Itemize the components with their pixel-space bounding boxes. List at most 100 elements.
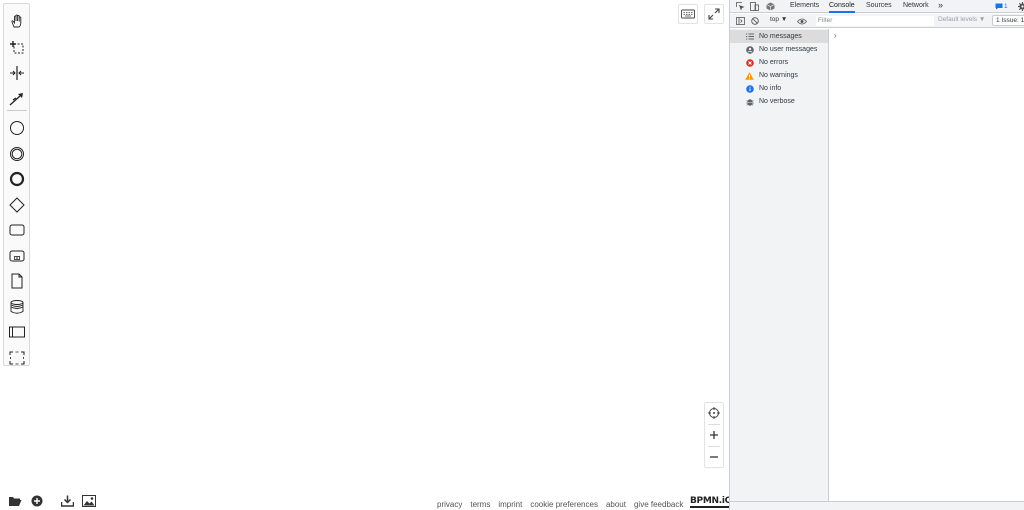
issues-badge-count: 1 [1004,2,1008,10]
log-levels-dropdown[interactable]: Default levels ▼ [938,16,985,23]
info-icon [745,84,754,93]
start-event-button[interactable] [7,118,27,138]
tab-console[interactable]: Console [829,0,855,13]
privacy-link[interactable]: privacy [437,500,462,509]
about-link[interactable]: about [606,500,626,509]
zoom-out-button[interactable] [705,447,723,467]
fullscreen-button[interactable] [704,4,724,24]
data-store-button[interactable] [7,297,27,317]
tool-palette [3,3,30,366]
subprocess-button[interactable] [7,246,27,266]
device-icon [749,1,759,11]
issues-counter-button[interactable]: 1 Issue: 1 [992,15,1024,26]
sidebar-item-label: No messages [759,33,802,40]
sidebar-item-errors[interactable]: No errors [730,56,828,69]
zoom-controls [704,402,724,468]
more-tabs-button[interactable]: » [938,0,943,13]
sidebar-item-label: No user messages [759,46,818,53]
console-prompt[interactable]: › [834,31,837,40]
lasso-tool-button[interactable] [7,37,27,57]
data-object-button[interactable] [7,271,27,291]
give-feedback-link[interactable]: give feedback [634,500,683,509]
sidebar-item-label: No verbose [759,98,795,105]
inspect-icon [735,1,744,10]
image-icon [82,495,96,507]
gateway-button[interactable] [7,195,27,215]
crosshair-icon [708,407,720,419]
minus-icon [710,456,718,458]
sidebar-item-user-messages[interactable]: No user messages [730,43,828,56]
user-icon [745,45,754,54]
task-button[interactable] [7,220,27,240]
message-icon [995,3,1003,9]
sidebar-item-warnings[interactable]: No warnings [730,69,828,82]
sidebar-item-info[interactable]: No info [730,82,828,95]
imprint-link[interactable]: imprint [498,500,522,509]
file-toolbar [4,492,108,510]
data-store-icon [10,300,24,314]
zoom-in-button[interactable] [705,425,723,445]
footer-links: privacy terms imprint cookie preferences… [437,500,691,509]
terms-link[interactable]: terms [470,500,490,509]
tab-sources[interactable]: Sources [866,0,892,13]
lasso-icon [10,41,24,54]
keyboard-icon [681,9,695,19]
warning-icon [745,71,754,80]
hand-icon [11,14,22,28]
console-sidebar: No messages No user messages No errors N… [730,29,829,501]
open-file-button[interactable] [4,492,26,510]
group-button[interactable] [7,348,27,368]
context-selector[interactable]: top ▼ [770,16,787,23]
pool-icon [9,326,25,338]
console-output[interactable]: › [830,29,1024,501]
sidebar-toggle-icon [735,17,745,25]
error-icon [745,58,754,67]
reset-view-button[interactable] [705,403,723,423]
devtools-tabbar: Elements Console Sources Network » 1 [730,0,1024,13]
devtools-panel: Elements Console Sources Network » 1 top… [729,0,1024,510]
gear-icon [1017,1,1024,11]
sidebar-item-label: No warnings [759,72,798,79]
tab-network[interactable]: Network [903,0,929,13]
sidebar-item-verbose[interactable]: No verbose [730,95,828,108]
show-sidebar-button[interactable] [735,16,745,26]
block-icon [751,17,759,25]
start-event-icon [10,121,24,135]
download-image-button[interactable] [78,492,100,510]
live-expression-button[interactable] [797,16,807,26]
intermediate-event-button[interactable] [7,144,27,164]
download-icon [60,495,74,507]
issues-badge[interactable]: 1 [993,1,1010,11]
subprocess-icon [9,250,25,262]
end-event-icon [9,171,25,187]
verbose-icon [745,97,754,106]
bpmn-canvas[interactable]: privacy terms imprint cookie preferences… [0,0,732,510]
extension-tab-button[interactable] [765,1,775,11]
app-root: privacy terms imprint cookie preferences… [0,0,1024,510]
hand-tool-button[interactable] [7,11,27,31]
download-bpmn-button[interactable] [56,492,78,510]
inspect-element-button[interactable] [735,1,745,11]
tab-elements[interactable]: Elements [790,0,819,13]
console-filter-input[interactable]: Filter [816,16,934,26]
device-toolbar-button[interactable] [749,1,759,11]
global-connect-tool-button[interactable] [7,89,27,109]
new-diagram-button[interactable] [26,492,48,510]
pool-button[interactable] [7,322,27,342]
eye-icon [797,18,807,24]
intermediate-event-icon [10,147,24,161]
bpmn-io-logo[interactable]: BPMN.iO [690,496,732,508]
cookie-preferences-link[interactable]: cookie preferences [530,500,598,509]
sidebar-item-label: No errors [759,59,789,66]
clear-console-button[interactable] [750,16,760,26]
sidebar-item-messages[interactable]: No messages [730,30,828,43]
settings-button[interactable] [1017,1,1024,11]
data-object-icon [11,273,23,289]
space-tool-button[interactable] [7,63,27,83]
list-icon [745,32,754,41]
end-event-button[interactable] [7,169,27,189]
group-icon [9,351,25,365]
palette-separator [7,110,27,111]
console-toolbar: top ▼ Filter Default levels ▼ 1 Issue: 1 [730,14,1024,28]
keyboard-shortcuts-button[interactable] [678,4,698,24]
